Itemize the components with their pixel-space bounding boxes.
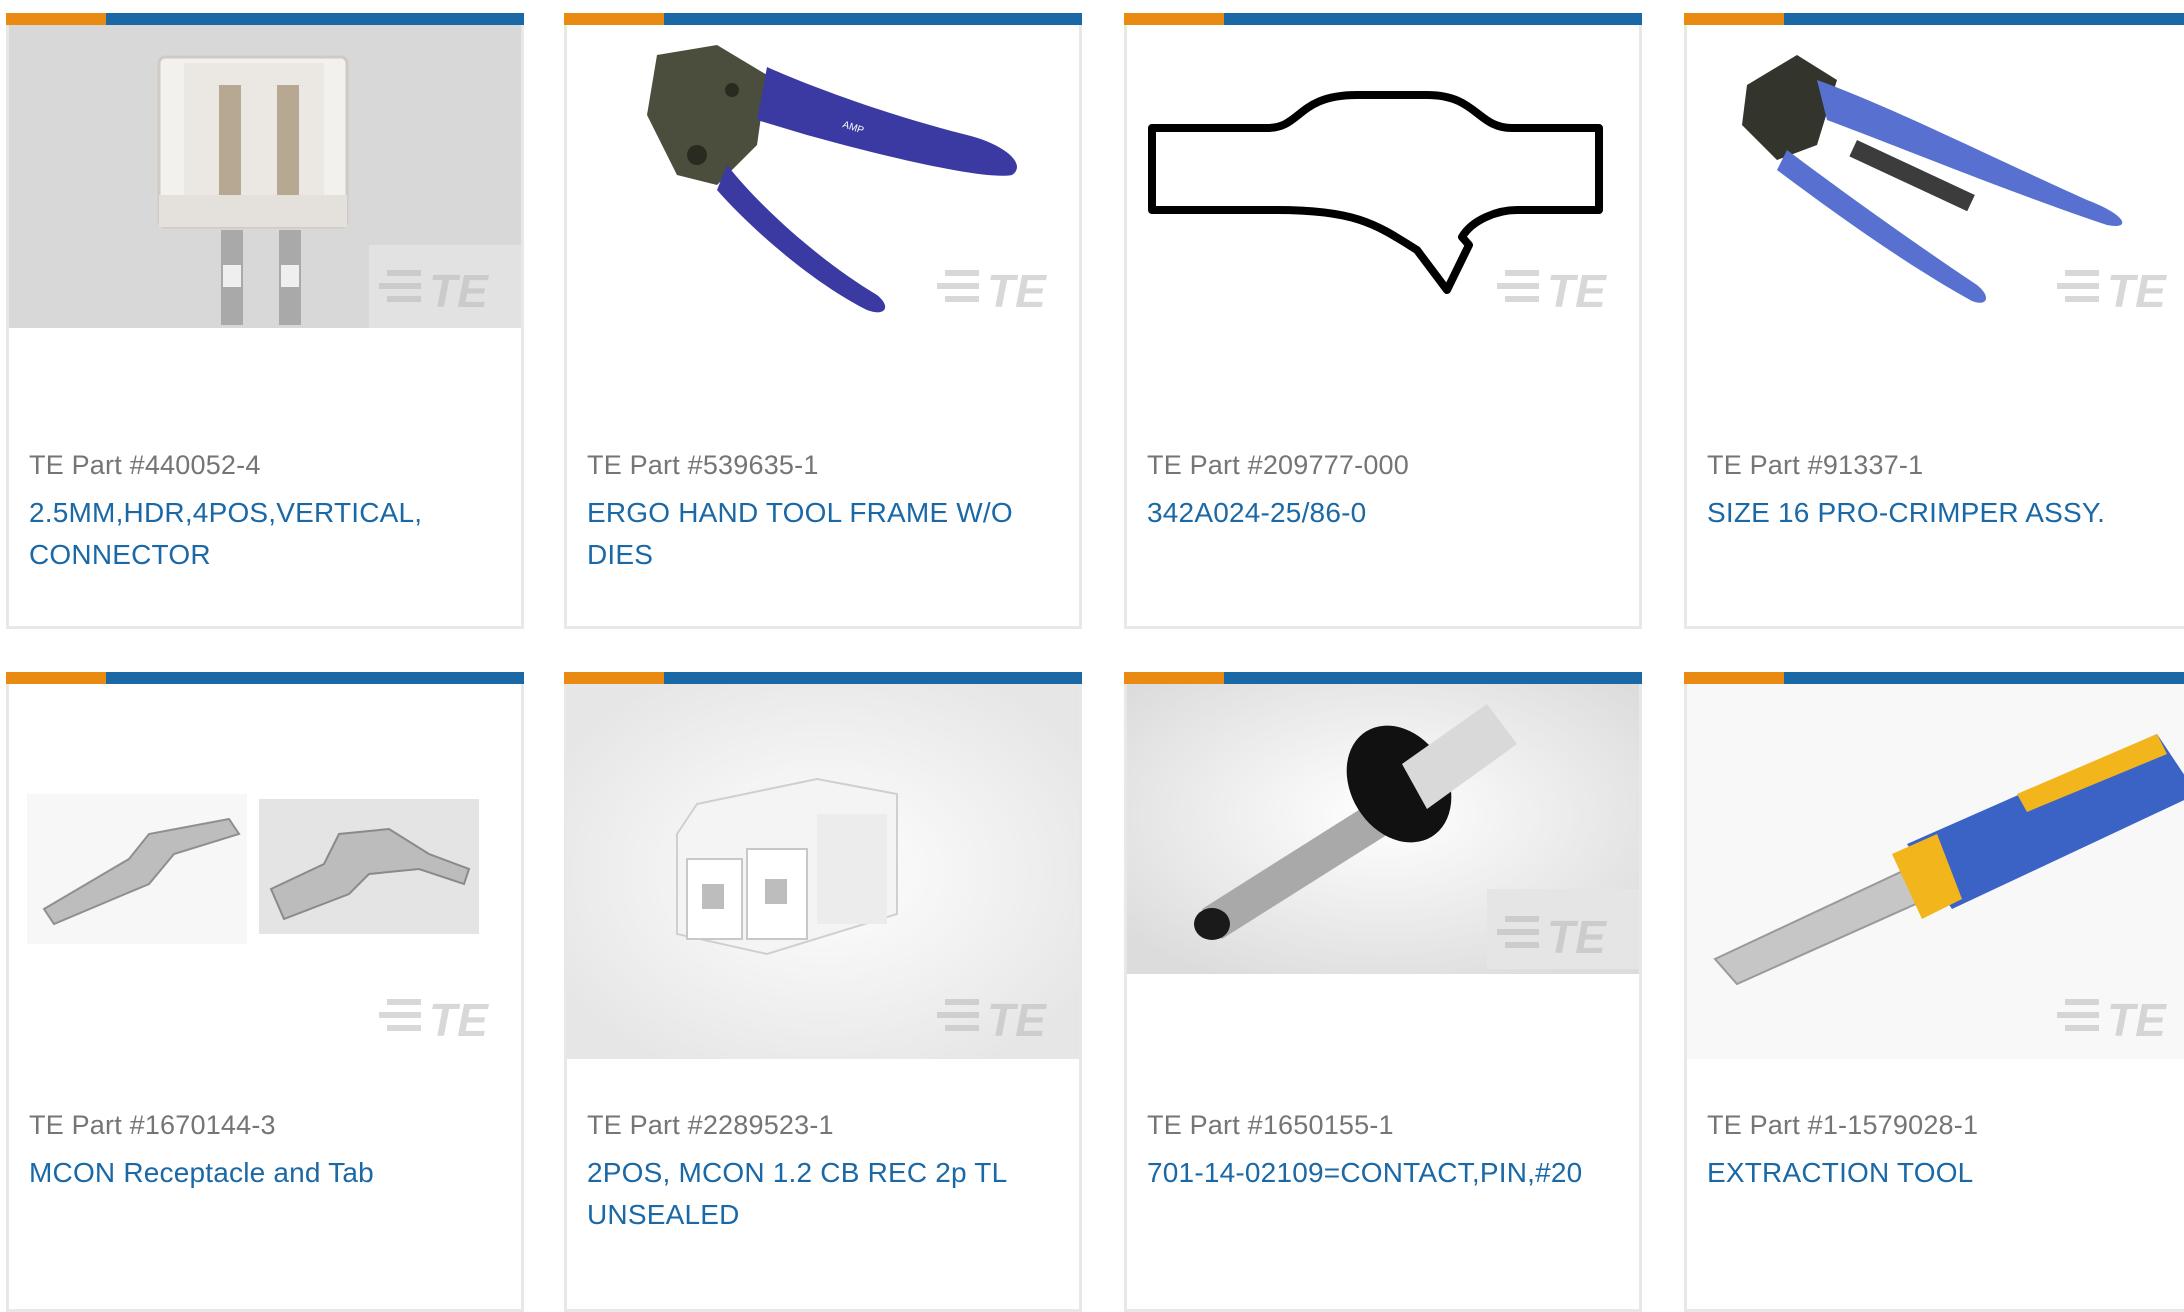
- svg-text:TE: TE: [987, 265, 1047, 317]
- receptacle-and-tab-photo[interactable]: TE: [9, 684, 521, 1059]
- card-accent-bar: [564, 672, 1082, 684]
- product-card[interactable]: TE TE Part #1-1579028-1 EXTRACTION TOOL: [1684, 672, 2184, 1312]
- product-link[interactable]: 2POS, MCON 1.2 CB REC 2p TL UNSEALED: [587, 1152, 1071, 1236]
- product-link[interactable]: 342A024-25/86-0: [1147, 492, 1631, 534]
- part-number: TE Part #440052-4: [29, 450, 261, 480]
- card-accent-bar: [564, 13, 1082, 25]
- part-number: TE Part #2289523-1: [587, 1110, 834, 1140]
- part-number: TE Part #1-1579028-1: [1707, 1110, 1979, 1140]
- svg-text:TE: TE: [2107, 994, 2167, 1046]
- card-accent-bar: [1124, 672, 1642, 684]
- svg-text:TE: TE: [2107, 265, 2167, 317]
- product-card[interactable]: TE TE Part #440052-4 2.5MM,HDR,4POS,VERT…: [6, 13, 524, 629]
- card-accent-bar: [1124, 13, 1642, 25]
- te-watermark-logo: TE: [2057, 265, 2167, 317]
- te-watermark-logo: TE: [937, 265, 1047, 317]
- product-card[interactable]: TE TE Part #2289523-1 2POS, MCON 1.2 CB …: [564, 672, 1082, 1312]
- te-watermark-logo: TE: [379, 994, 489, 1046]
- product-card[interactable]: TE TE Part #1650155-1 701-14-02109=CONTA…: [1124, 672, 1642, 1312]
- extraction-tool-photo[interactable]: TE: [1687, 684, 2184, 1059]
- product-link[interactable]: EXTRACTION TOOL: [1707, 1152, 2184, 1194]
- product-card[interactable]: AMP TE TE Part #539635-1 ERGO HAND TOOL …: [564, 13, 1082, 629]
- product-card[interactable]: TE TE Part #1670144-3 MCON Receptacle an…: [6, 672, 524, 1312]
- heat-shrink-boot-drawing[interactable]: TE: [1127, 25, 1639, 400]
- product-link[interactable]: ERGO HAND TOOL FRAME W/O DIES: [587, 492, 1071, 576]
- part-number: TE Part #539635-1: [587, 450, 819, 480]
- svg-text:TE: TE: [987, 994, 1047, 1046]
- svg-text:TE: TE: [1547, 911, 1607, 963]
- card-accent-bar: [1684, 13, 2184, 25]
- product-link[interactable]: SIZE 16 PRO-CRIMPER ASSY.: [1707, 492, 2184, 534]
- two-position-housing-photo[interactable]: TE: [567, 684, 1079, 1059]
- card-accent-bar: [6, 672, 524, 684]
- card-accent-bar: [1684, 672, 2184, 684]
- part-number: TE Part #91337-1: [1707, 450, 1924, 480]
- crimp-hand-tool-photo[interactable]: AMP TE: [567, 25, 1079, 400]
- te-watermark-logo: TE: [1497, 265, 1607, 317]
- card-accent-bar: [6, 13, 524, 25]
- product-card[interactable]: TE TE Part #209777-000 342A024-25/86-0: [1124, 13, 1642, 629]
- part-number: TE Part #1650155-1: [1147, 1110, 1394, 1140]
- contact-pin-photo[interactable]: TE: [1127, 684, 1639, 1059]
- svg-text:TE: TE: [1547, 265, 1607, 317]
- product-link[interactable]: 2.5MM,HDR,4POS,VERTICAL, CONNECTOR: [29, 492, 513, 576]
- pro-crimper-photo[interactable]: TE: [1687, 25, 2184, 400]
- svg-text:TE: TE: [429, 265, 489, 317]
- product-link[interactable]: MCON Receptacle and Tab: [29, 1152, 513, 1194]
- product-card[interactable]: TE TE Part #91337-1 SIZE 16 PRO-CRIMPER …: [1684, 13, 2184, 629]
- part-number: TE Part #1670144-3: [29, 1110, 276, 1140]
- svg-text:TE: TE: [429, 994, 489, 1046]
- header-connector-photo[interactable]: TE: [9, 25, 521, 400]
- product-link[interactable]: 701-14-02109=CONTACT,PIN,#20: [1147, 1152, 1631, 1194]
- part-number: TE Part #209777-000: [1147, 450, 1409, 480]
